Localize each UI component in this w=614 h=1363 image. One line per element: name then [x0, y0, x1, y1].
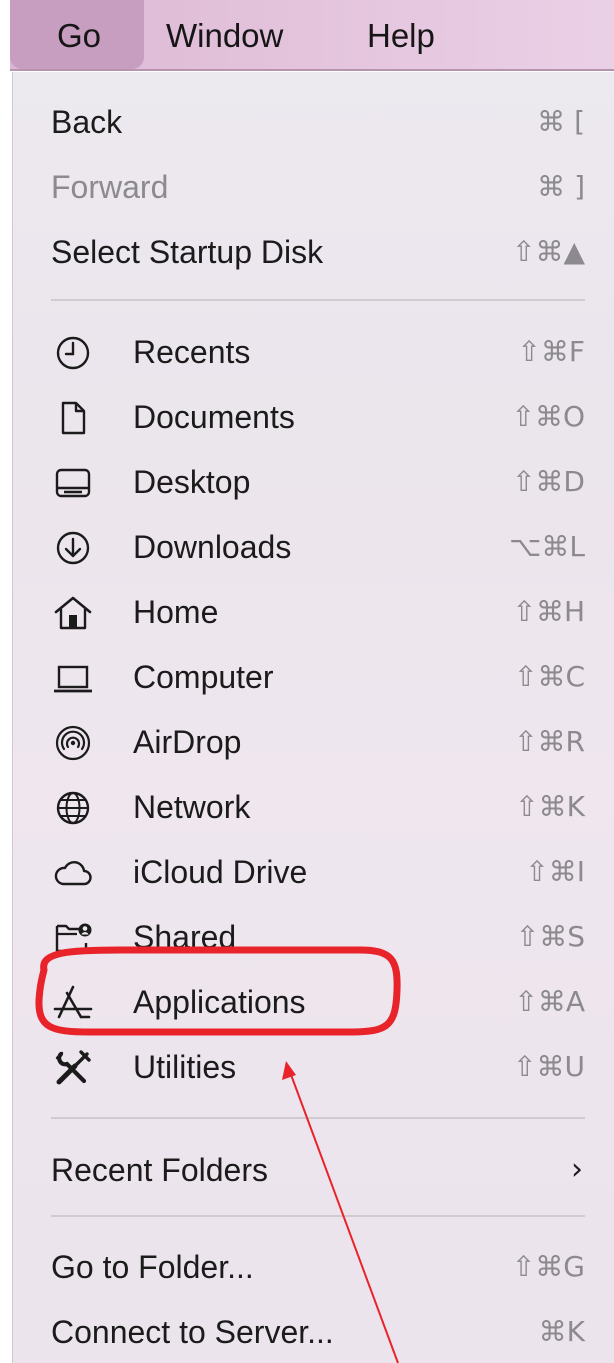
document-icon — [53, 398, 93, 438]
menu-separator — [51, 1117, 585, 1119]
menu-item-shared[interactable]: Shared ⇧⌘S — [13, 905, 614, 969]
menu-item-label: Home — [133, 594, 219, 630]
menu-item-shortcut: ⌘ ] — [537, 170, 585, 203]
applications-icon — [53, 983, 93, 1023]
menu-item-documents[interactable]: Documents ⇧⌘O — [13, 385, 614, 449]
menu-item-shortcut: ⇧⌘C — [513, 660, 585, 693]
menu-item-label: Select Startup Disk — [51, 234, 324, 270]
menu-item-back[interactable]: Back ⌘ [ — [13, 90, 614, 154]
desktop-icon — [53, 463, 93, 503]
menu-go[interactable]: Go — [10, 0, 144, 69]
menu-item-label: Applications — [133, 984, 306, 1020]
globe-icon — [53, 788, 93, 828]
menu-item-label: Downloads — [133, 529, 292, 565]
clock-icon — [53, 333, 93, 373]
menu-item-label: Go to Folder... — [51, 1249, 254, 1285]
menu-item-icloud-drive[interactable]: iCloud Drive ⇧⌘I — [13, 840, 614, 904]
menu-item-shortcut: ⇧⌘H — [512, 595, 585, 628]
menu-item-shortcut: ⇧⌘A — [514, 985, 585, 1018]
menu-item-label: Forward — [51, 169, 169, 205]
menu-separator — [51, 1215, 585, 1217]
menu-item-shortcut: ⌘K — [538, 1315, 585, 1348]
submenu-chevron-icon: › — [571, 1152, 583, 1187]
menu-item-network[interactable]: Network ⇧⌘K — [13, 775, 614, 839]
menu-item-label: Connect to Server... — [51, 1314, 334, 1350]
menu-item-label: Documents — [133, 399, 295, 435]
menu-item-forward: Forward ⌘ ] — [13, 155, 614, 219]
menu-bar: Go Window Help — [10, 0, 614, 71]
menu-item-shortcut: ⇧⌘U — [513, 1050, 585, 1083]
menu-item-label: Desktop — [133, 464, 251, 500]
menu-item-computer[interactable]: Computer ⇧⌘C — [13, 645, 614, 709]
menu-item-shortcut: ⇧⌘K — [515, 790, 585, 823]
airdrop-icon — [53, 723, 93, 763]
home-icon — [53, 593, 93, 633]
screenshot-frame: Go Window Help Back ⌘ [ Forward ⌘ ] Sele… — [0, 0, 614, 1363]
menu-item-shortcut: ⇧⌘G — [511, 1250, 585, 1283]
menu-item-label: Recents — [133, 334, 251, 370]
cloud-icon — [53, 853, 93, 893]
menu-item-shortcut: ⇧⌘I — [525, 855, 585, 888]
menu-item-label: iCloud Drive — [133, 854, 308, 890]
menu-item-desktop[interactable]: Desktop ⇧⌘D — [13, 450, 614, 514]
go-menu-dropdown: Back ⌘ [ Forward ⌘ ] Select Startup Disk… — [12, 72, 614, 1363]
menu-help[interactable]: Help — [367, 0, 435, 69]
menu-item-shortcut: ⇧⌘▲ — [512, 235, 585, 268]
menu-item-connect-to-server[interactable]: Connect to Server... ⌘K — [13, 1300, 614, 1363]
menu-item-shortcut: ⇧⌘F — [517, 335, 585, 368]
menu-item-select-startup-disk[interactable]: Select Startup Disk ⇧⌘▲ — [13, 220, 614, 284]
menu-item-shortcut: ⇧⌘O — [511, 400, 586, 433]
menu-item-shortcut: ⇧⌘S — [515, 920, 585, 953]
menu-item-label: Utilities — [133, 1049, 237, 1085]
menu-window[interactable]: Window — [166, 0, 283, 69]
menu-item-shortcut: ⌥⌘L — [509, 530, 585, 563]
menu-item-shortcut: ⌘ [ — [537, 105, 585, 138]
menu-item-downloads[interactable]: Downloads ⌥⌘L — [13, 515, 614, 579]
menu-item-label: Computer — [133, 659, 274, 695]
menu-item-recents[interactable]: Recents ⇧⌘F — [13, 320, 614, 384]
utilities-icon — [53, 1048, 93, 1088]
menu-item-shortcut: ⇧⌘D — [511, 465, 585, 498]
download-icon — [53, 528, 93, 568]
menu-item-airdrop[interactable]: AirDrop ⇧⌘R — [13, 710, 614, 774]
menu-item-go-to-folder[interactable]: Go to Folder... ⇧⌘G — [13, 1235, 614, 1299]
menu-item-home[interactable]: Home ⇧⌘H — [13, 580, 614, 644]
menu-item-label: Recent Folders — [51, 1152, 268, 1188]
menu-item-label: AirDrop — [133, 724, 242, 760]
menu-item-applications[interactable]: Applications ⇧⌘A — [13, 970, 614, 1034]
menu-item-label: Network — [133, 789, 251, 825]
menu-separator — [51, 299, 585, 301]
menu-item-label: Shared — [133, 919, 237, 955]
menu-item-shortcut: ⇧⌘R — [514, 725, 585, 758]
shared-folder-icon — [53, 918, 93, 958]
laptop-icon — [53, 658, 93, 698]
menu-item-recent-folders[interactable]: Recent Folders › — [13, 1138, 614, 1202]
menu-item-label: Back — [51, 104, 123, 140]
menu-item-utilities[interactable]: Utilities ⇧⌘U — [13, 1035, 614, 1099]
